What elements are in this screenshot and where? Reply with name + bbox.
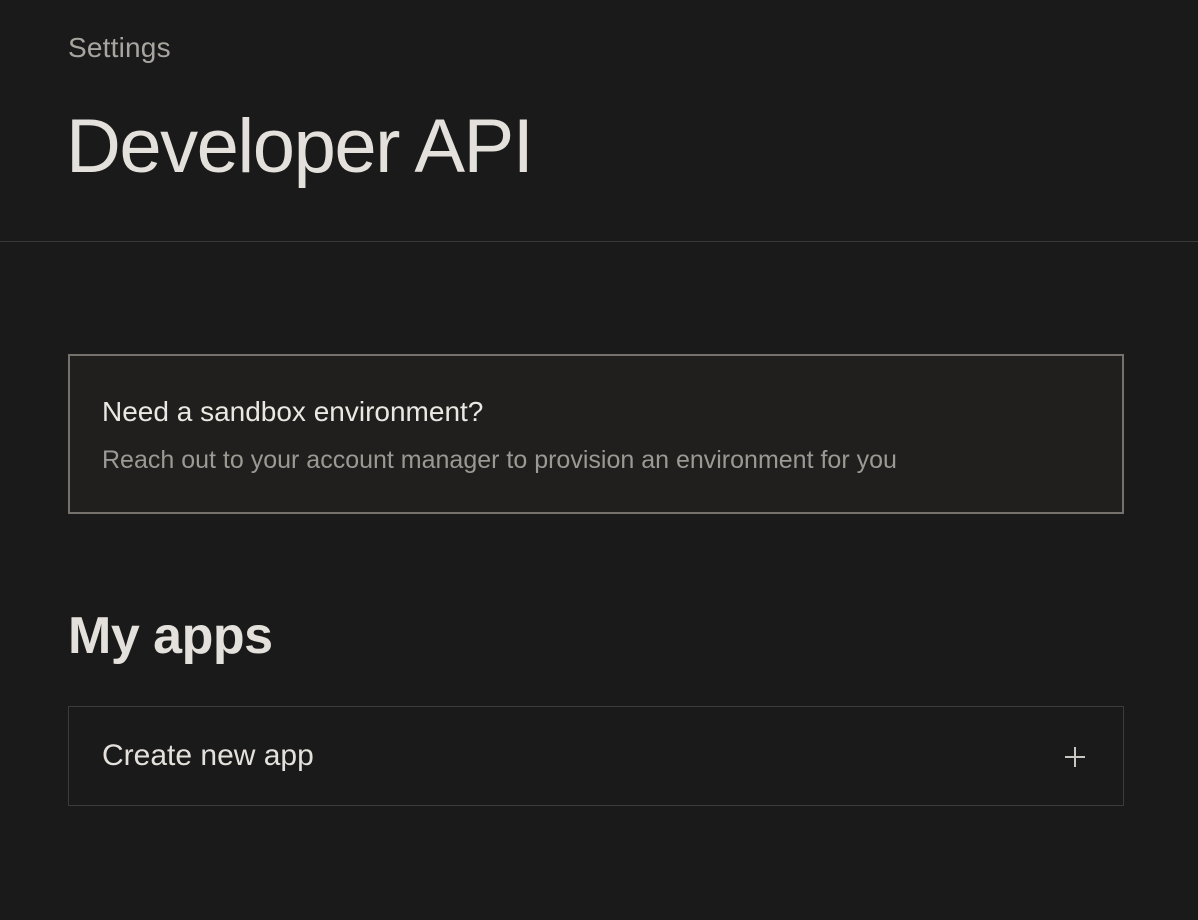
sandbox-notice-title: Need a sandbox environment? — [102, 396, 484, 427]
page-title: Developer API — [66, 104, 534, 189]
page-header: Settings Developer API — [0, 0, 1198, 242]
sandbox-notice-card: Need a sandbox environment? Reach out to… — [68, 354, 1124, 514]
sandbox-notice-description: Reach out to your account manager to pro… — [102, 446, 897, 474]
breadcrumb[interactable]: Settings — [68, 32, 171, 64]
my-apps-heading: My apps — [68, 607, 273, 665]
developer-api-page: Settings Developer API Need a sandbox en… — [0, 0, 1198, 920]
plus-icon — [1065, 747, 1085, 767]
create-new-app-button[interactable]: Create new app — [68, 706, 1124, 806]
create-new-app-label: Create new app — [102, 739, 314, 772]
